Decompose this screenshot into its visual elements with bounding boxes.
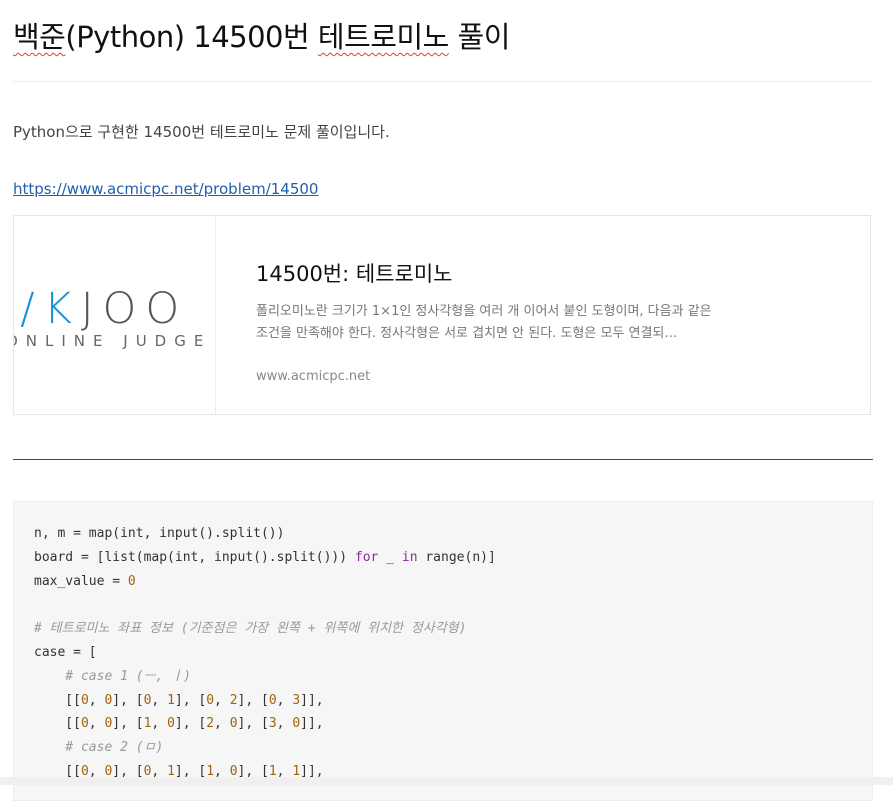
code-block: n, m = map(int, input().split()) board = …: [13, 501, 873, 801]
post-title-middle: (Python) 14500번: [65, 20, 318, 54]
code-comment: # case 1 (ㅡ, ㅣ): [34, 668, 191, 684]
post-title-end: 풀이: [448, 20, 511, 54]
code-comment: # case 2 (ㅁ): [34, 740, 164, 756]
post-title-prefix: 백준: [13, 20, 66, 54]
code-content: n, m = map(int, input().split()) board = …: [34, 522, 496, 784]
post-title-suffix: 테트로미노: [317, 20, 449, 54]
section-divider: [13, 459, 873, 460]
post-title: 백준(Python) 14500번 테트로미노 풀이: [13, 14, 510, 56]
card-description: 폴리오미노란 크기가 1×1인 정사각형을 여러 개 이어서 붙인 도형이며, …: [256, 304, 712, 341]
code-line: [[0, 0], [1, 0], [2, 0], [3, 0]],: [34, 716, 324, 732]
logo-wordmark: E/KJOO: [20, 284, 189, 334]
card-domain: www.acmicpc.net: [256, 369, 371, 384]
link-preview-card[interactable]: E/KJOO ONLINE JUDGE 14500번: 테트로미노 폴리오미노란…: [13, 215, 871, 415]
code-line: case = [: [34, 644, 97, 660]
code-line: board = [list(map(int, input().split()))…: [34, 549, 496, 565]
baekjoon-logo-thumbnail: E/KJOO ONLINE JUDGE: [14, 216, 216, 414]
card-title: 14500번: 테트로미노: [256, 262, 453, 286]
problem-link[interactable]: https://www.acmicpc.net/problem/14500: [13, 180, 318, 198]
intro-text: Python으로 구현한 14500번 테트로미노 문제 풀이입니다.: [13, 123, 390, 141]
title-divider: [13, 81, 873, 82]
code-line: n, m = map(int, input().split()): [34, 526, 285, 541]
code-line: max_value = 0: [34, 573, 136, 589]
code-line: [[0, 0], [0, 1], [0, 2], [0, 3]],: [34, 692, 324, 708]
logo-subtitle: ONLINE JUDGE: [14, 332, 212, 350]
horizontal-scrollbar[interactable]: [0, 777, 893, 785]
code-comment: # 테트로미노 좌표 정보 (기준점은 가장 왼쪽 + 위쪽에 위치한 정사각형…: [34, 621, 467, 637]
